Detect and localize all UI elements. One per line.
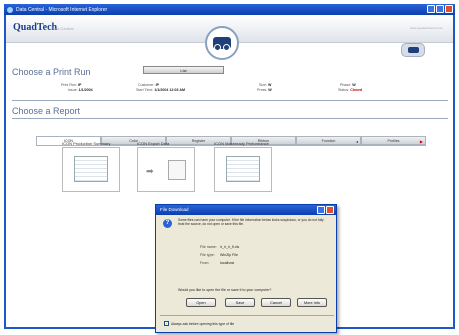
question-icon: ? [163, 219, 172, 228]
section-divider [12, 100, 448, 101]
print-icon[interactable] [401, 43, 425, 57]
help-button[interactable] [317, 206, 325, 214]
minimize-button[interactable] [427, 5, 435, 13]
ie-icon [7, 6, 13, 13]
export-arrow-icon: ➡ [146, 166, 154, 176]
file-download-dialog: File Download ? Some files can harm your… [155, 204, 337, 333]
window-title: Data Central - Microsoft Internet Explor… [16, 6, 108, 13]
field-size: Size: W [259, 83, 272, 87]
tab-profiles-label: Profiles [387, 139, 400, 143]
always-ask-checkbox[interactable]: ✓ Always ask before opening this type of… [164, 321, 234, 326]
report-label: ICON Export Data [137, 141, 170, 146]
field-customer: Customer: IP [138, 83, 159, 87]
dialog-title: File Download [160, 207, 189, 212]
field-issue: Issue: 1/1/2004 [68, 88, 93, 92]
report-heading: Choose a Report [12, 106, 81, 116]
dialog-question: Would you like to open the file or save … [178, 288, 272, 292]
section-divider [12, 118, 448, 119]
report-thumbnail[interactable]: ➡ [137, 147, 195, 192]
report-production-summary[interactable]: ICON Production Summary [62, 141, 120, 192]
browser-content: QuadTech Data Central www.quadtechworld.… [4, 15, 455, 333]
report-label: ICON Makeready Performance [214, 141, 269, 146]
dialog-separator [160, 315, 334, 316]
report-thumbnail[interactable] [62, 147, 120, 192]
field-print-run: Print Run: IP [61, 83, 82, 87]
field-status: Status: Closed [338, 88, 363, 92]
print-run-heading: Choose a Print Run [12, 67, 91, 77]
report-label: ICON Production Summary [62, 141, 111, 146]
dialog-close-button[interactable] [326, 206, 334, 214]
tab-function-label: Function [321, 139, 336, 143]
file-type-row: File type: WinZip File [200, 253, 238, 257]
dialog-titlebar: File Download [156, 205, 336, 215]
checkbox-checked-icon[interactable]: ✓ [164, 321, 169, 326]
list-button[interactable]: List [143, 66, 224, 74]
field-press: Press: W [257, 88, 272, 92]
open-button[interactable]: Open [186, 298, 216, 307]
logo-subtitle: Data Central [51, 26, 74, 31]
security-warning: Some files can harm your computer. If th… [178, 218, 324, 227]
more-info-button[interactable]: More Info [297, 298, 327, 307]
from-row: From: localhost [200, 261, 235, 265]
window-titlebar: Data Central - Microsoft Internet Explor… [4, 4, 455, 15]
report-thumbnail[interactable] [214, 147, 272, 192]
document-icon [168, 160, 186, 180]
cancel-button[interactable]: Cancel [261, 298, 291, 307]
field-phase: Phase: W [340, 83, 356, 87]
close-button[interactable] [445, 5, 453, 13]
window-controls [427, 5, 453, 13]
report-export-data[interactable]: ICON Export Data ➡ [137, 141, 195, 192]
report-makeready-performance[interactable]: ICON Makeready Performance [214, 141, 274, 192]
header-link[interactable]: www.quadtechworld.com [410, 26, 443, 30]
save-button[interactable]: Save [225, 298, 255, 307]
file-name-row: File name: ir_ir_ir_fl.xls [200, 245, 240, 249]
maximize-button[interactable] [436, 5, 444, 13]
checkbox-label: Always ask before opening this type of f… [171, 321, 235, 326]
tab-function[interactable]: Function ◂ [296, 136, 361, 145]
press-emblem-icon [205, 26, 239, 60]
tab-profiles[interactable]: Profiles ▶ [361, 136, 426, 145]
field-start-time: Start Time: 1/1/2004 12:03 AM [136, 88, 186, 92]
